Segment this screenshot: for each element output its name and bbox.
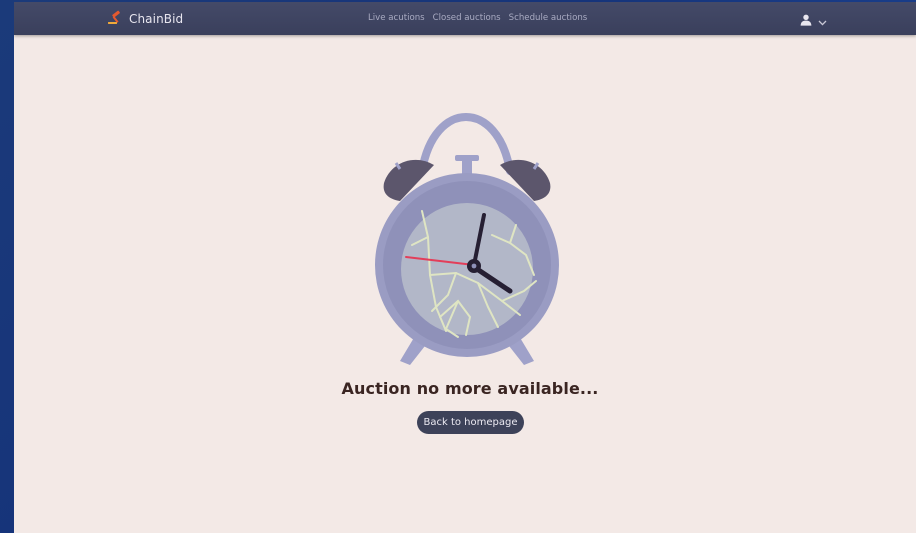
gavel-icon <box>107 9 125 29</box>
nav-live-auctions[interactable]: Live acutions <box>368 13 425 23</box>
nav-closed-auctions[interactable]: Closed auctions <box>433 13 501 23</box>
user-icon <box>800 11 812 30</box>
broken-alarm-clock-icon <box>370 105 564 371</box>
nav-schedule-auctions[interactable]: Schedule auctions <box>509 13 588 23</box>
main-content: Auction no more available... Back to hom… <box>14 35 916 533</box>
back-to-homepage-button[interactable]: Back to homepage <box>417 411 524 434</box>
app-window: ChainBid Live acutions Closed auctions S… <box>14 2 916 533</box>
brand-name: ChainBid <box>129 12 184 26</box>
unavailable-message: Auction no more available... <box>341 379 599 398</box>
main-nav: Live acutions Closed auctions Schedule a… <box>368 13 587 23</box>
user-menu[interactable] <box>800 11 827 30</box>
navbar: ChainBid Live acutions Closed auctions S… <box>14 2 916 35</box>
brand-logo-link[interactable]: ChainBid <box>107 9 183 29</box>
chevron-down-icon <box>818 11 827 30</box>
